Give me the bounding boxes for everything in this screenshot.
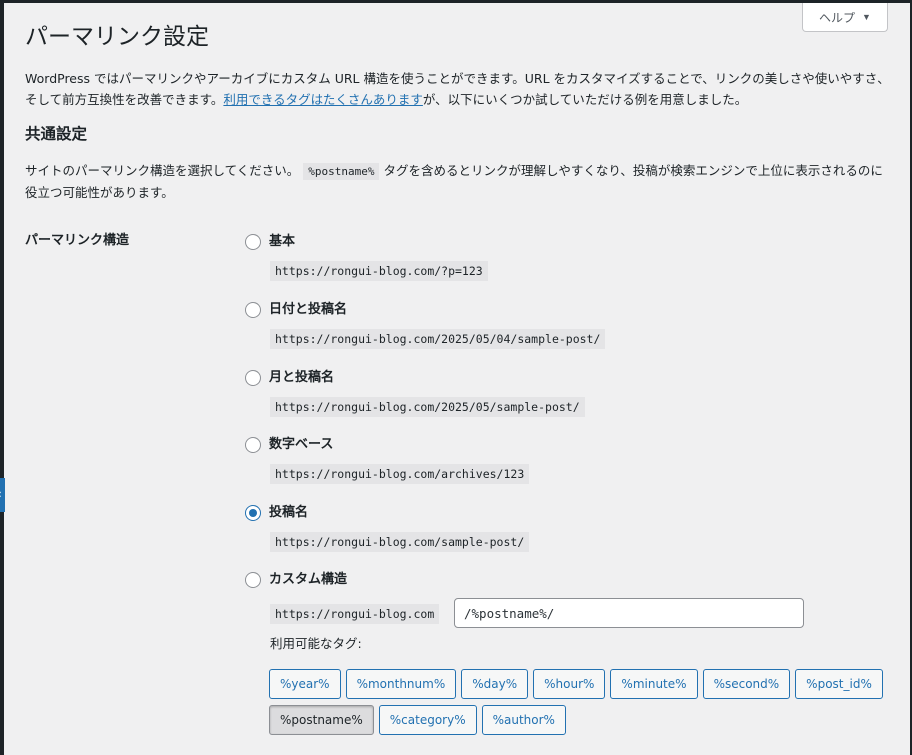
option-custom[interactable]: カスタム構造 <box>245 570 347 590</box>
window-top-border <box>0 0 912 3</box>
tag-day-button[interactable]: %day% <box>461 669 529 699</box>
custom-structure-input[interactable] <box>454 598 804 628</box>
custom-base-url: https://rongui-blog.com <box>270 604 440 624</box>
option-day-name-label: 日付と投稿名 <box>269 302 348 317</box>
radio-month-name[interactable] <box>245 370 261 386</box>
window-left-border <box>0 0 4 755</box>
available-tags: %year% %monthnum% %day% %hour% %minute% … <box>269 669 883 741</box>
tag-year-button[interactable]: %year% <box>269 669 341 699</box>
caret-down-icon: ▼ <box>862 12 871 22</box>
option-day-name-url: https://rongui-blog.com/2025/05/04/sampl… <box>270 329 606 349</box>
option-month-name-label: 月と投稿名 <box>269 370 335 385</box>
option-numeric[interactable]: 数字ベース <box>245 435 333 455</box>
radio-post-name[interactable] <box>245 505 261 521</box>
available-tags-link[interactable]: 利用できるタグはたくさんあります <box>223 92 423 107</box>
option-plain[interactable]: 基本 <box>245 232 295 252</box>
tag-monthnum-button[interactable]: %monthnum% <box>345 669 457 699</box>
option-day-name[interactable]: 日付と投稿名 <box>245 300 347 320</box>
tag-postname-button[interactable]: %postname% <box>269 705 374 735</box>
tag-post-id-button[interactable]: %post_id% <box>795 669 883 699</box>
option-numeric-url: https://rongui-blog.com/archives/123 <box>270 464 530 484</box>
intro-text-after: が、以下にいくつか試していただける例を用意しました。 <box>422 92 748 107</box>
radio-numeric[interactable] <box>245 437 261 453</box>
common-settings-description: サイトのパーマリンク構造を選択してください。 %postname% タグを含める… <box>25 160 895 203</box>
permalink-structure-label: パーマリンク構造 <box>25 233 130 248</box>
chevron-left-icon: ‹ <box>0 486 2 502</box>
option-month-name-url: https://rongui-blog.com/2025/05/sample-p… <box>270 397 585 417</box>
radio-custom[interactable] <box>245 572 261 588</box>
radio-day-name[interactable] <box>245 302 261 318</box>
intro-text: WordPress ではパーマリンクやアーカイブにカスタム URL 構造を使うこ… <box>25 68 895 110</box>
option-post-name-label: 投稿名 <box>269 505 309 520</box>
help-button[interactable]: ヘルプ ▼ <box>802 3 888 32</box>
option-month-name[interactable]: 月と投稿名 <box>245 368 334 388</box>
common-settings-heading: 共通設定 <box>25 125 88 143</box>
tag-row: %postname% %category% %author% <box>269 705 869 735</box>
option-plain-url: https://rongui-blog.com/?p=123 <box>270 261 488 281</box>
radio-plain[interactable] <box>245 234 261 250</box>
option-post-name-url: https://rongui-blog.com/sample-post/ <box>270 532 530 552</box>
help-label: ヘルプ <box>819 10 856 25</box>
tag-author-button[interactable]: %author% <box>481 705 566 735</box>
available-tags-label: 利用可能なタグ: <box>270 636 362 651</box>
option-plain-label: 基本 <box>269 234 296 249</box>
option-post-name[interactable]: 投稿名 <box>245 503 308 523</box>
sidebar-collapse-tab[interactable]: ‹ <box>0 478 5 512</box>
tag-row: %year% %monthnum% %day% %hour% %minute% … <box>269 669 883 699</box>
tag-category-button[interactable]: %category% <box>378 705 477 735</box>
common-desc-before: サイトのパーマリンク構造を選択してください。 <box>25 163 300 178</box>
postname-code: %postname% <box>303 163 380 180</box>
option-custom-label: カスタム構造 <box>269 572 348 587</box>
tag-minute-button[interactable]: %minute% <box>610 669 698 699</box>
option-numeric-label: 数字ベース <box>269 437 334 452</box>
page-title: パーマリンク設定 <box>25 24 209 50</box>
tag-second-button[interactable]: %second% <box>702 669 791 699</box>
tag-hour-button[interactable]: %hour% <box>533 669 606 699</box>
